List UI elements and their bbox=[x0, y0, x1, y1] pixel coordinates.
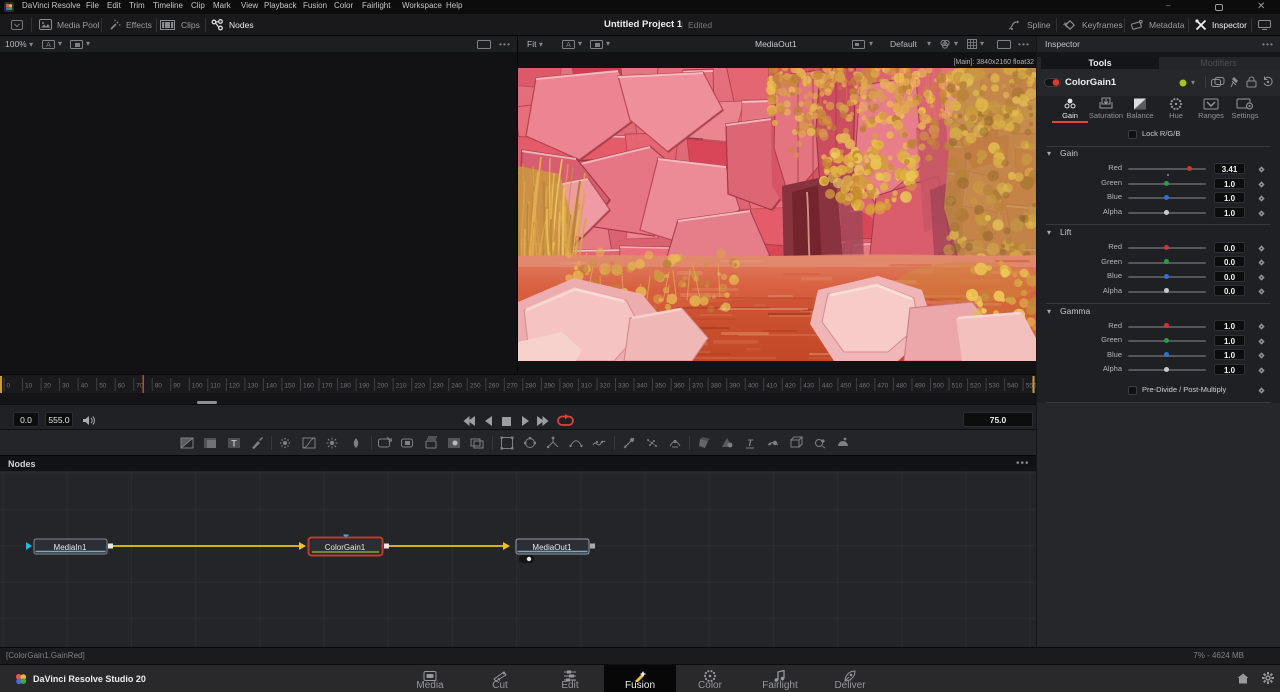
svg-text:130: 130 bbox=[247, 383, 258, 390]
svg-text:320: 320 bbox=[600, 383, 611, 390]
svg-text:T: T bbox=[747, 438, 754, 448]
svg-text:230: 230 bbox=[433, 383, 444, 390]
svg-text:ColorGain1: ColorGain1 bbox=[325, 543, 366, 552]
svg-text:270: 270 bbox=[507, 383, 518, 390]
svg-text:370: 370 bbox=[692, 383, 703, 390]
svg-text:500: 500 bbox=[933, 383, 944, 390]
svg-text:T: T bbox=[231, 439, 237, 449]
svg-text:MediaOut1: MediaOut1 bbox=[532, 543, 572, 552]
svg-text:280: 280 bbox=[525, 383, 536, 390]
svg-text:60: 60 bbox=[118, 383, 126, 390]
svg-text:330: 330 bbox=[618, 383, 629, 390]
svg-text:440: 440 bbox=[822, 383, 833, 390]
svg-text:10: 10 bbox=[25, 383, 33, 390]
svg-text:350: 350 bbox=[655, 383, 666, 390]
svg-text:120: 120 bbox=[229, 383, 240, 390]
svg-text:540: 540 bbox=[1007, 383, 1018, 390]
svg-text:530: 530 bbox=[989, 383, 1000, 390]
svg-text:90: 90 bbox=[173, 383, 181, 390]
svg-text:510: 510 bbox=[952, 383, 963, 390]
svg-text:220: 220 bbox=[414, 383, 425, 390]
svg-text:0: 0 bbox=[7, 383, 11, 390]
svg-text:290: 290 bbox=[544, 383, 555, 390]
svg-text:310: 310 bbox=[581, 383, 592, 390]
svg-text:210: 210 bbox=[396, 383, 407, 390]
svg-text:400: 400 bbox=[748, 383, 759, 390]
svg-text:190: 190 bbox=[359, 383, 370, 390]
svg-text:80: 80 bbox=[155, 383, 163, 390]
svg-text:520: 520 bbox=[970, 383, 981, 390]
svg-text:390: 390 bbox=[729, 383, 740, 390]
svg-text:470: 470 bbox=[877, 383, 888, 390]
svg-text:150: 150 bbox=[284, 383, 295, 390]
svg-text:180: 180 bbox=[340, 383, 351, 390]
svg-text:100: 100 bbox=[192, 383, 203, 390]
svg-text:450: 450 bbox=[840, 383, 851, 390]
svg-text:200: 200 bbox=[377, 383, 388, 390]
svg-text:420: 420 bbox=[785, 383, 796, 390]
svg-text:160: 160 bbox=[303, 383, 314, 390]
svg-text:430: 430 bbox=[803, 383, 814, 390]
svg-text:300: 300 bbox=[562, 383, 573, 390]
svg-text:250: 250 bbox=[470, 383, 481, 390]
svg-text:360: 360 bbox=[674, 383, 685, 390]
svg-text:140: 140 bbox=[266, 383, 277, 390]
svg-text:490: 490 bbox=[915, 383, 926, 390]
svg-text:240: 240 bbox=[451, 383, 462, 390]
svg-text:40: 40 bbox=[81, 383, 89, 390]
svg-text:480: 480 bbox=[896, 383, 907, 390]
svg-text:170: 170 bbox=[322, 383, 333, 390]
svg-text:380: 380 bbox=[711, 383, 722, 390]
svg-text:A: A bbox=[46, 42, 51, 49]
svg-text:20: 20 bbox=[44, 383, 52, 390]
svg-text:110: 110 bbox=[210, 383, 221, 390]
svg-text:260: 260 bbox=[488, 383, 499, 390]
svg-text:50: 50 bbox=[99, 383, 107, 390]
svg-text:A: A bbox=[566, 42, 571, 49]
svg-text:410: 410 bbox=[766, 383, 777, 390]
svg-text:460: 460 bbox=[859, 383, 870, 390]
svg-text:MediaIn1: MediaIn1 bbox=[54, 543, 87, 552]
svg-text:30: 30 bbox=[62, 383, 70, 390]
svg-text:340: 340 bbox=[637, 383, 648, 390]
